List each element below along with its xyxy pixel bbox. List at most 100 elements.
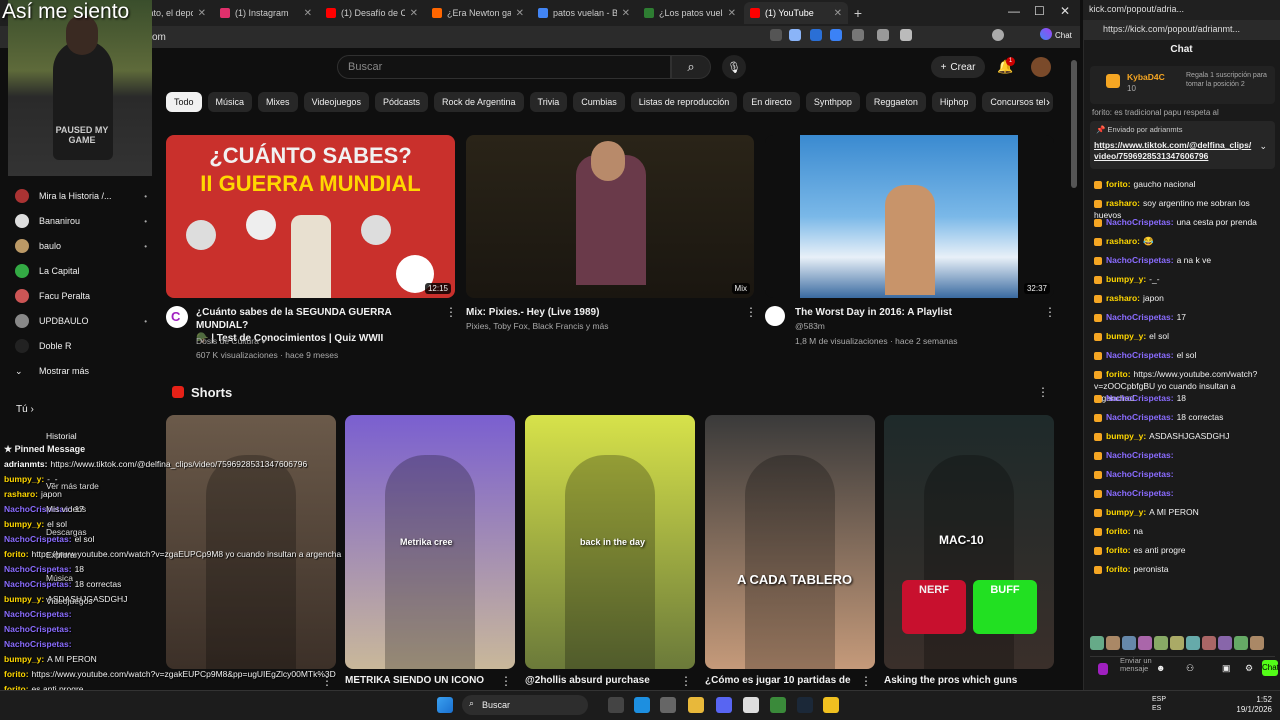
pinned-message[interactable]: 📌 Enviado por adrianmts https://www.tikt… <box>1090 121 1275 169</box>
short-title[interactable]: ¿Cómo es jugar 10 partidas de <box>705 675 851 686</box>
browser-tab[interactable]: patos vuelan - Busc ✕ <box>532 2 636 24</box>
emote-icon[interactable] <box>1090 636 1104 650</box>
voice-search-button[interactable]: 🎙 <box>722 55 746 79</box>
more-options-icon[interactable]: ⋮ <box>745 305 757 319</box>
short-title[interactable]: METRIKA SIENDO UN ICONO <box>345 675 484 686</box>
emote-icon[interactable] <box>1154 636 1168 650</box>
extension-icon[interactable] <box>877 29 889 41</box>
chip-2[interactable]: Mixes <box>258 92 298 112</box>
chip-11[interactable]: Reggaeton <box>865 92 926 112</box>
chat-username[interactable]: NachoCrispetas: <box>1106 312 1174 322</box>
extension-icon[interactable] <box>770 29 782 41</box>
sidebar-item-history[interactable]: Historial <box>46 431 77 441</box>
emote-icon[interactable] <box>1218 636 1232 650</box>
windows-start-icon[interactable] <box>437 697 453 713</box>
emote-icon[interactable] <box>1202 636 1216 650</box>
sidebar-item[interactable]: Mira la Historia /... • <box>15 187 147 205</box>
chat-username[interactable]: bumpy_y: <box>1106 431 1146 441</box>
more-options-icon[interactable]: ⋮ <box>321 674 333 688</box>
emote-icon[interactable] <box>1234 636 1248 650</box>
sidebar-item-label[interactable]: Descargas <box>46 527 87 537</box>
close-tab-icon[interactable]: ✕ <box>410 8 418 19</box>
chevron-down-icon[interactable]: ⌄ <box>1259 141 1267 152</box>
chat-username[interactable]: bumpy_y: <box>1106 507 1146 517</box>
sidebar-item[interactable]: baulo • <box>15 237 147 255</box>
create-button[interactable]: + Crear <box>931 56 985 78</box>
chat-username[interactable]: forito: <box>1106 545 1131 555</box>
chat-username[interactable]: NachoCrispetas: <box>1106 217 1174 227</box>
more-options-icon[interactable]: ⋮ <box>1044 305 1056 319</box>
emote-icon[interactable] <box>1186 636 1200 650</box>
channel-name[interactable]: @583m <box>795 321 825 331</box>
avatar[interactable] <box>1031 57 1051 77</box>
chat-username[interactable]: NachoCrispetas: <box>1106 450 1174 460</box>
browser-tab[interactable]: (1) YouTube ✕ <box>744 2 848 24</box>
short-title[interactable]: Asking the pros which guns <box>884 675 1017 686</box>
chip-12[interactable]: Hiphop <box>931 92 977 112</box>
chat-username[interactable]: NachoCrispetas: <box>1106 469 1174 479</box>
extension-icon[interactable] <box>852 29 864 41</box>
scrollbar[interactable] <box>1071 60 1077 188</box>
more-options-icon[interactable]: ⋮ <box>680 674 692 688</box>
sidebar-item-label[interactable]: Mis videos <box>46 504 86 514</box>
chat-username[interactable]: rasharo: <box>1106 293 1140 303</box>
chat-username[interactable]: forito: <box>1106 179 1131 189</box>
sidebar-item-label[interactable]: Explorar <box>46 550 78 560</box>
new-tab-icon[interactable]: + <box>848 5 868 21</box>
maximize-icon[interactable]: ☐ <box>1034 4 1045 18</box>
chat-username[interactable]: bumpy_y: <box>1106 331 1146 341</box>
short-card[interactable]: A CADA TABLERO <box>705 415 875 669</box>
chip-8[interactable]: Listas de reproducción <box>630 92 738 112</box>
search-input[interactable]: Buscar <box>337 55 671 79</box>
kick-icon[interactable] <box>770 697 786 713</box>
sidebar-item[interactable]: ⌄ Mostrar más <box>15 362 147 380</box>
more-options-icon[interactable]: ⋮ <box>500 674 512 688</box>
extension-icon[interactable] <box>830 29 842 41</box>
chat-username[interactable]: NachoCrispetas: <box>1106 255 1174 265</box>
chat-username[interactable]: forito: <box>1106 564 1131 574</box>
sidebar-item[interactable]: La Capital <box>15 262 147 280</box>
short-card[interactable]: back in the day <box>525 415 695 669</box>
users-icon[interactable]: ⚇ <box>1186 663 1194 674</box>
chip-9[interactable]: En directo <box>743 92 800 112</box>
emote-icon[interactable] <box>1106 636 1120 650</box>
close-tab-icon[interactable]: ✕ <box>728 8 736 19</box>
system-clock[interactable]: 1:52 19/1/2026 <box>1236 695 1272 715</box>
emoji-icon[interactable]: ☻ <box>1156 663 1165 673</box>
sidebar-item-label[interactable]: Música <box>46 573 73 583</box>
video-title[interactable]: The Worst Day in 2016: A Playlist <box>795 306 1035 319</box>
input-language[interactable]: ESP ES <box>1152 695 1166 713</box>
chip-4[interactable]: Pódcasts <box>374 92 428 112</box>
browser-tab[interactable]: (1) Instagram ✕ <box>214 2 318 24</box>
chat-username[interactable]: rasharo: <box>1106 198 1140 208</box>
browser-tab[interactable]: ¿Era Newton gay? | ✕ <box>426 2 530 24</box>
extension-icon[interactable] <box>810 29 822 41</box>
short-title[interactable]: @2hollis absurd purchase <box>525 675 650 686</box>
mic-icon[interactable] <box>1098 663 1108 675</box>
folder-icon[interactable] <box>688 697 704 713</box>
chip-0[interactable]: Todo <box>166 92 202 112</box>
emote-icon[interactable] <box>1170 636 1184 650</box>
chip-13[interactable]: Concursos tel <box>982 92 1054 112</box>
emote-icon[interactable] <box>1138 636 1152 650</box>
video-thumbnail[interactable]: ¿CUÁNTO SABES? II GUERRA MUNDIAL 12:15 <box>166 135 455 298</box>
chat-username[interactable]: forito: <box>1106 369 1131 379</box>
minimize-icon[interactable]: — <box>1008 4 1020 18</box>
close-window-icon[interactable]: ✕ <box>1060 4 1070 18</box>
sidebar-item-label[interactable]: Ver más tarde <box>46 481 99 491</box>
task-view-icon[interactable] <box>608 697 624 713</box>
chat-username[interactable]: rasharo: <box>1106 236 1140 246</box>
chip-3[interactable]: Videojuegos <box>303 92 369 112</box>
steam-icon[interactable] <box>797 697 813 713</box>
video-thumbnail[interactable]: Mix <box>466 135 754 298</box>
video-title[interactable]: Mix: Pixies.- Hey (Live 1989) <box>466 306 726 319</box>
channel-avatar[interactable] <box>765 306 785 326</box>
emote-bar[interactable] <box>1090 636 1265 650</box>
gift-leaderboard[interactable]: KybaD4C 10 Regala 1 suscripción para tom… <box>1090 66 1275 104</box>
chat-button-label[interactable]: Chat <box>1055 31 1072 40</box>
sidebar-item[interactable]: Facu Peralta <box>15 287 147 305</box>
copilot-icon[interactable] <box>1040 28 1052 40</box>
close-tab-icon[interactable]: ✕ <box>198 8 206 19</box>
short-card[interactable] <box>166 415 336 669</box>
short-card[interactable]: Metrika cree <box>345 415 515 669</box>
